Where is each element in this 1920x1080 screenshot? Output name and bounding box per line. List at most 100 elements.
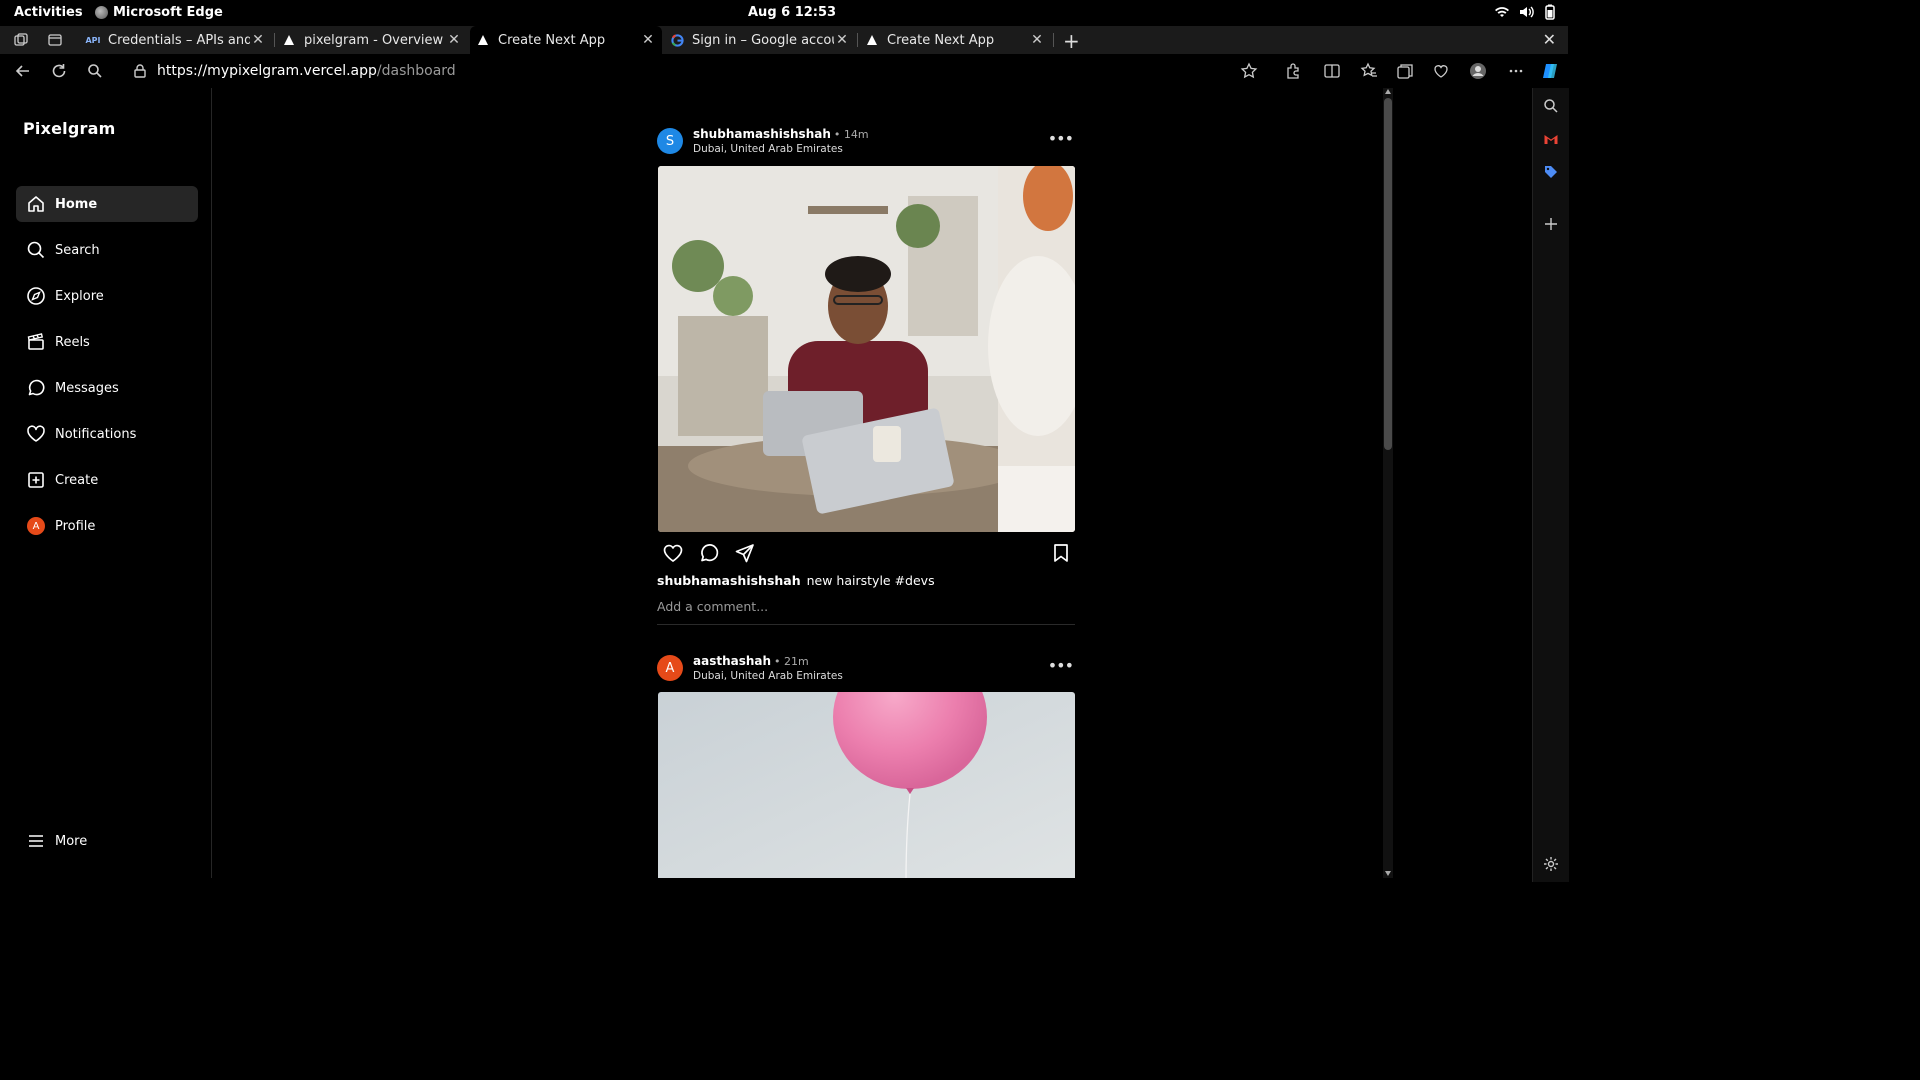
nav-label: Home (55, 196, 98, 212)
comment-bubble-icon[interactable] (698, 542, 720, 564)
nav-label: Search (55, 242, 100, 258)
post-time: • 14m (833, 128, 869, 141)
nav-label: Messages (55, 380, 119, 396)
nav-reels[interactable]: Reels (16, 324, 198, 360)
scroll-down-arrow[interactable] (1385, 871, 1391, 876)
search-icon (26, 240, 46, 260)
app-menu[interactable]: Microsoft Edge (95, 5, 223, 20)
home-icon (26, 194, 46, 214)
settings-gear-icon[interactable] (1543, 856, 1559, 872)
edge-logo-icon (95, 6, 108, 19)
search-icon[interactable] (1543, 98, 1559, 114)
caption-text: new hairstyle #devs (806, 573, 935, 588)
collections-icon[interactable] (1396, 62, 1414, 80)
post-username[interactable]: aasthashah • 21m (693, 654, 809, 668)
username-text[interactable]: aasthashah (693, 654, 771, 668)
workspaces-icon[interactable] (13, 32, 29, 48)
split-screen-icon[interactable] (1323, 62, 1341, 80)
search-icon[interactable] (86, 62, 104, 80)
post-options-icon[interactable]: ••• (1048, 656, 1074, 675)
close-tab-icon[interactable]: ✕ (446, 32, 462, 48)
nav-label: Profile (55, 518, 96, 534)
tab-pixelgram-overview[interactable]: pixelgram - Overview – Ve ✕ (276, 26, 468, 54)
refresh-button[interactable] (50, 62, 68, 80)
address-bar[interactable]: https://mypixelgram.vercel.app/dashboard (157, 63, 456, 79)
post-location: Dubai, United Arab Emirates (693, 143, 843, 155)
caption-username[interactable]: shubhamashishshah (657, 573, 801, 588)
compass-icon (26, 286, 46, 306)
tab-title: Credentials – APIs and ser (108, 32, 250, 48)
post-image[interactable] (658, 692, 1075, 878)
extensions-icon[interactable] (1284, 62, 1302, 80)
add-sidebar-app-icon[interactable] (1543, 216, 1559, 232)
more-menu-icon[interactable] (1507, 62, 1525, 80)
close-tab-icon[interactable]: ✕ (834, 32, 850, 48)
url-host: https://mypixelgram.vercel.app (157, 63, 377, 79)
nav-home[interactable]: Home (16, 186, 198, 222)
lock-icon[interactable] (133, 63, 147, 79)
add-comment-input[interactable]: Add a comment... (657, 599, 1075, 625)
volume-icon (1520, 6, 1534, 18)
post-location: Dubai, United Arab Emirates (693, 670, 843, 682)
tab-create-next-app-2[interactable]: Create Next App ✕ (859, 26, 1051, 54)
heart-icon (26, 424, 46, 444)
favorite-star-icon[interactable] (1240, 62, 1258, 80)
system-tray[interactable] (1494, 4, 1558, 20)
tab-google-sign-in[interactable]: Sign in – Google accounts ✕ (664, 26, 856, 54)
message-circle-icon (26, 378, 46, 398)
post-time: • 21m (774, 655, 809, 668)
app-sidebar: Pixelgram Home Search Explore Reels Mess… (3, 88, 212, 878)
profile-avatar-icon[interactable] (1469, 62, 1487, 80)
scrollbar-thumb[interactable] (1384, 98, 1392, 450)
close-tab-icon[interactable]: ✕ (1029, 32, 1045, 48)
bookmark-icon[interactable] (1050, 542, 1072, 564)
tab-create-next-app-active[interactable]: Create Next App ✕ (470, 26, 662, 54)
tag-icon[interactable] (1543, 164, 1559, 180)
post-image[interactable] (658, 166, 1075, 532)
post-header: S shubhamashishshah • 14m Dubai, United A… (656, 126, 1075, 162)
clock[interactable]: Aug 6 12:53 (748, 5, 836, 20)
tab-actions-icon[interactable] (47, 32, 63, 48)
nav-more[interactable]: More (16, 823, 198, 859)
app-name: Microsoft Edge (113, 5, 223, 20)
scroll-up-arrow[interactable] (1385, 89, 1391, 94)
hamburger-menu-icon (26, 831, 46, 851)
browser-toolbar: https://mypixelgram.vercel.app/dashboard (0, 54, 1568, 88)
post-options-icon[interactable]: ••• (1048, 129, 1074, 148)
tab-divider (274, 33, 275, 47)
nav-explore[interactable]: Explore (16, 278, 198, 314)
profile-avatar: A (27, 517, 45, 535)
nav-profile[interactable]: A Profile (16, 508, 198, 544)
close-tab-icon[interactable]: ✕ (640, 32, 656, 48)
like-heart-icon[interactable] (662, 542, 684, 564)
tab-credentials[interactable]: API Credentials – APIs and ser ✕ (80, 26, 272, 54)
copilot-icon[interactable] (1541, 62, 1559, 80)
post-avatar[interactable]: A (657, 655, 683, 681)
back-button[interactable] (14, 62, 32, 80)
nav-notifications[interactable]: Notifications (16, 416, 198, 452)
activities-button[interactable]: Activities (14, 5, 83, 20)
favorites-icon[interactable] (1360, 62, 1378, 80)
gmail-icon[interactable] (1543, 131, 1559, 147)
nav-label: Explore (55, 288, 104, 304)
close-tab-icon[interactable]: ✕ (250, 32, 266, 48)
post-username[interactable]: shubhamashishshah • 14m (693, 127, 869, 141)
share-send-icon[interactable] (734, 542, 756, 564)
page-scrollbar[interactable] (1383, 88, 1393, 878)
app-logo[interactable]: Pixelgram (23, 119, 115, 138)
google-icon (670, 33, 684, 47)
battery-icon (1545, 4, 1555, 20)
nav-label: Notifications (55, 426, 137, 442)
browser-essentials-icon[interactable] (1432, 62, 1450, 80)
url-path: /dashboard (376, 63, 456, 79)
browser-tab-bar: API Credentials – APIs and ser ✕ pixelgr… (0, 26, 1568, 54)
api-icon: API (85, 35, 101, 45)
username-text[interactable]: shubhamashishshah (693, 127, 831, 141)
nav-search[interactable]: Search (16, 232, 198, 268)
new-tab-button[interactable]: + (1063, 29, 1080, 53)
post-avatar[interactable]: S (657, 128, 683, 154)
nav-messages[interactable]: Messages (16, 370, 198, 406)
clapperboard-icon (26, 332, 46, 352)
window-close-button[interactable]: ✕ (1543, 30, 1556, 49)
nav-create[interactable]: Create (16, 462, 198, 498)
